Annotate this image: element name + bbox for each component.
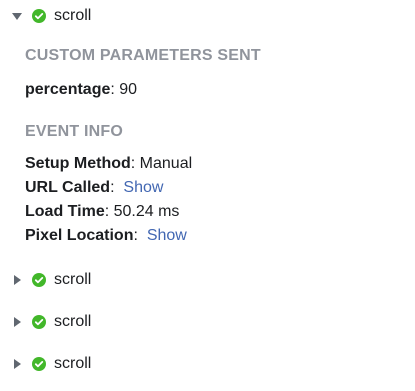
event-name: scroll xyxy=(54,7,92,24)
param-key: percentage xyxy=(25,81,111,98)
event-row-scroll-4[interactable]: scroll xyxy=(0,353,91,375)
event-row-scroll-2[interactable]: scroll xyxy=(0,269,91,291)
caret-right-icon[interactable] xyxy=(10,315,24,329)
check-circle-icon xyxy=(32,9,46,23)
info-key: Pixel Location xyxy=(25,227,134,244)
custom-parameters-heading: CUSTOM PARAMETERS SENT xyxy=(25,47,261,64)
info-value: 50.24 ms xyxy=(109,203,180,220)
info-key: URL Called xyxy=(25,179,111,196)
event-info-heading: EVENT INFO xyxy=(25,123,124,140)
event-name: scroll xyxy=(54,271,92,288)
info-separator: : xyxy=(110,179,115,196)
check-circle-icon xyxy=(32,315,46,329)
info-pixel-location: Pixel Location: Show xyxy=(25,227,187,245)
info-key: Setup Method xyxy=(25,155,131,172)
pixel-location-show-link[interactable]: Show xyxy=(147,227,187,244)
event-name: scroll xyxy=(54,355,92,372)
info-separator: : xyxy=(133,227,138,244)
info-load-time: Load Time: 50.24 ms xyxy=(25,203,179,221)
info-value: Manual xyxy=(135,155,193,172)
caret-right-icon[interactable] xyxy=(10,357,24,371)
caret-down-icon[interactable] xyxy=(10,9,24,23)
param-value: 90 xyxy=(114,81,138,98)
info-url-called: URL Called: Show xyxy=(25,179,163,197)
url-called-show-link[interactable]: Show xyxy=(123,179,163,196)
check-circle-icon xyxy=(32,357,46,371)
event-row-scroll-3[interactable]: scroll xyxy=(0,311,91,333)
event-row-scroll-1[interactable]: scroll xyxy=(0,5,91,27)
param-percentage: percentage: 90 xyxy=(25,81,137,99)
event-name: scroll xyxy=(54,313,92,330)
info-key: Load Time xyxy=(25,203,105,220)
caret-right-icon[interactable] xyxy=(10,273,24,287)
check-circle-icon xyxy=(32,273,46,287)
info-setup-method: Setup Method: Manual xyxy=(25,155,192,173)
